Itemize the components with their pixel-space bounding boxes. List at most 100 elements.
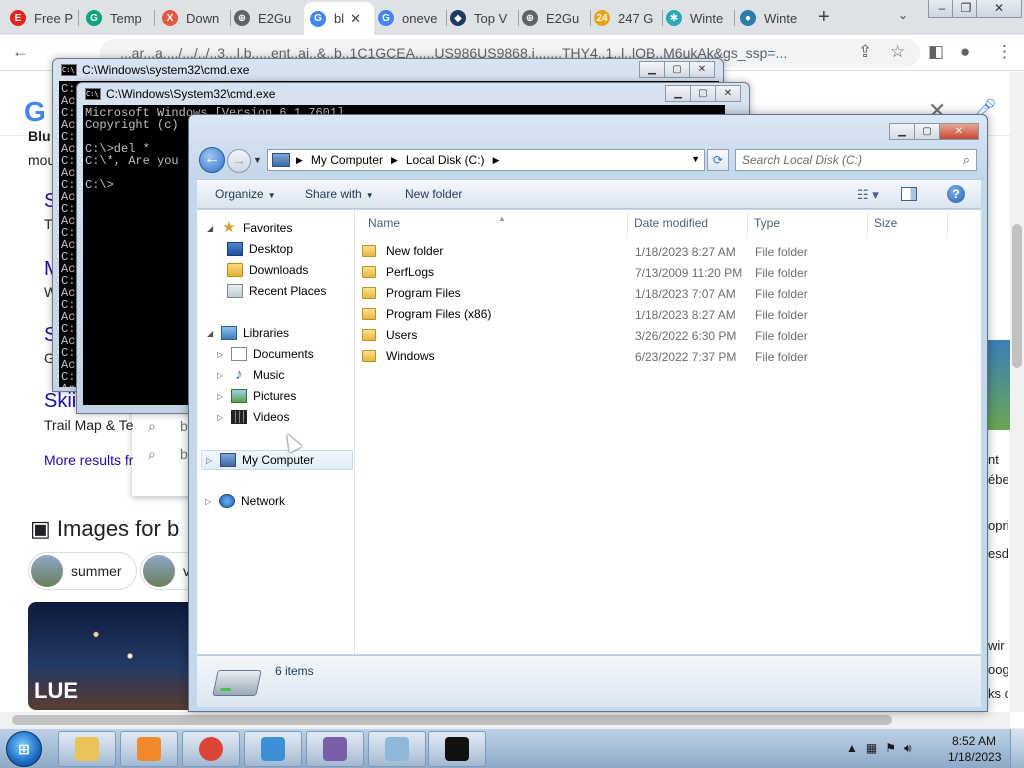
preview-pane-icon[interactable] <box>901 187 917 201</box>
close-button[interactable]: ✕ <box>689 61 715 78</box>
taskbar-paint-button[interactable] <box>244 731 302 767</box>
breadcrumb-local-disk[interactable]: Local Disk (C:) <box>406 153 485 167</box>
forward-button[interactable]: → <box>227 149 251 173</box>
chrome-close-button[interactable]: ✕ <box>976 0 1022 18</box>
column-header-type[interactable]: Type <box>748 210 868 236</box>
taskbar-spider-button[interactable] <box>306 731 364 767</box>
nav-pictures[interactable]: ▷ Pictures <box>217 389 296 403</box>
google-logo[interactable]: G <box>24 96 46 128</box>
side-image[interactable] <box>988 340 1010 430</box>
nav-downloads[interactable]: Downloads <box>227 263 308 277</box>
nav-recent-places[interactable]: Recent Places <box>227 284 326 298</box>
nav-favorites[interactable]: ◢ ★ Favorites <box>207 220 292 235</box>
nav-music[interactable]: ▷ ♪ Music <box>217 367 284 382</box>
refresh-button[interactable]: ⟳ <box>707 149 729 171</box>
back-arrow-icon[interactable]: ← <box>12 42 29 62</box>
image-chip[interactable]: summer <box>28 552 137 590</box>
media-player-icon <box>137 737 161 761</box>
address-bar[interactable]: ▶ My Computer ▶ Local Disk (C:) ▶ ▼ <box>267 149 705 171</box>
new-folder-button[interactable]: New folder <box>405 187 462 201</box>
browser-tab[interactable]: Gbl ✕ <box>304 2 374 35</box>
browser-tab[interactable]: E Free P <box>4 4 76 32</box>
browser-tab[interactable]: ◆ Top V <box>444 4 516 32</box>
show-hidden-icons-icon[interactable]: ▲ <box>846 741 858 756</box>
close-button[interactable]: ✕ <box>939 123 979 140</box>
vertical-scroll-thumb[interactable] <box>1012 224 1022 368</box>
breadcrumb-arrow-icon[interactable]: ▶ <box>296 155 303 166</box>
browser-tab[interactable]: ⊕ E2Gu <box>228 4 300 32</box>
maximize-button[interactable]: ▢ <box>664 61 690 78</box>
search-input[interactable] <box>742 151 952 169</box>
horizontal-scroll-thumb[interactable] <box>12 715 892 725</box>
taskbar-explorer-button[interactable] <box>58 731 116 767</box>
minimize-button[interactable]: ▁ <box>889 123 915 140</box>
explorer-window[interactable]: ▁ ▢ ✕ ← → ▼ ▶ My Computer ▶ Local Disk (… <box>188 114 988 712</box>
file-row[interactable]: PerfLogs 7/13/2009 11:20 PM File folder <box>356 262 981 283</box>
clock[interactable]: 8:52 AM 1/18/2023 <box>948 733 1001 765</box>
more-results-link[interactable]: More results fr <box>44 452 133 468</box>
nav-network[interactable]: ▷ Network <box>205 494 285 508</box>
browser-tab[interactable]: ● Winte <box>734 4 806 32</box>
show-desktop-button[interactable] <box>1010 729 1024 768</box>
nav-desktop[interactable]: Desktop <box>227 242 293 256</box>
nav-documents[interactable]: ▷ Documents <box>217 347 314 361</box>
maximize-button[interactable]: ▢ <box>914 123 940 140</box>
action-center-icon[interactable]: ⚑ <box>885 741 896 756</box>
search-icon[interactable]: ⌕ <box>963 152 970 168</box>
file-row[interactable]: Program Files (x86) 1/18/2023 8:27 AM File… <box>356 304 981 325</box>
minimize-button[interactable]: ▁ <box>665 85 691 102</box>
maximize-button[interactable]: ▢ <box>690 85 716 102</box>
address-dropdown-icon[interactable]: ▼ <box>691 154 700 164</box>
organize-button[interactable]: Organize ▼ <box>215 187 276 201</box>
nav-libraries[interactable]: ◢ Libraries <box>207 326 289 340</box>
browser-tab[interactable]: ⊕ E2Gu <box>516 4 588 32</box>
resort-photo[interactable]: LUE <box>28 602 198 710</box>
network-tray-icon[interactable]: ▦ <box>866 741 877 756</box>
breadcrumb-arrow-icon[interactable]: ▶ <box>391 155 398 166</box>
taskbar-notepad-button[interactable] <box>368 731 426 767</box>
tab-search-icon[interactable]: ⌄ <box>898 8 908 22</box>
start-button[interactable]: ⊞ <box>6 731 42 767</box>
column-header-date[interactable]: Date modified <box>628 210 748 236</box>
taskbar-media-player-button[interactable] <box>120 731 178 767</box>
nav-videos[interactable]: ▷ Videos <box>217 410 289 424</box>
file-name-cell: Windows <box>362 349 435 363</box>
taskbar-chrome-button[interactable] <box>182 731 240 767</box>
file-row[interactable]: Windows 6/23/2022 7:37 PM File folder <box>356 346 981 367</box>
result-link[interactable]: Skii <box>44 390 76 413</box>
back-button[interactable]: ← <box>199 147 225 173</box>
chrome-menu-icon[interactable]: ⋮ <box>996 42 1013 62</box>
side-panel-icon[interactable]: ◧ <box>928 42 944 62</box>
recent-pages-dropdown-icon[interactable]: ▼ <box>253 155 262 165</box>
taskbar-cmd-button[interactable] <box>428 731 486 767</box>
browser-tab[interactable]: ✱ Winte <box>660 4 732 32</box>
volume-icon[interactable]: 🔊︎ <box>904 741 912 756</box>
vertical-scrollbar[interactable] <box>1010 72 1024 712</box>
minimize-button[interactable]: ▁ <box>639 61 665 78</box>
browser-tab[interactable]: Goneve <box>372 4 444 32</box>
bookmark-star-icon[interactable]: ☆ <box>890 42 905 62</box>
file-row[interactable]: Users 3/26/2022 6:30 PM File folder <box>356 325 981 346</box>
suggestion-item[interactable]: b <box>180 446 188 462</box>
tab-label: bl <box>334 11 345 26</box>
nav-my-computer[interactable]: ▷ My Computer <box>201 450 353 470</box>
browser-tab[interactable]: 24 247 G <box>588 4 660 32</box>
profile-avatar-icon[interactable]: ● <box>960 42 970 62</box>
help-icon[interactable]: ? <box>947 185 965 203</box>
file-row[interactable]: New folder 1/18/2023 8:27 AM File folder <box>356 241 981 262</box>
share-with-button[interactable]: Share with ▼ <box>305 187 374 201</box>
breadcrumb-arrow-icon[interactable]: ▶ <box>493 155 500 166</box>
suggestion-item[interactable]: b <box>180 418 188 434</box>
file-row[interactable]: Program Files 1/18/2023 7:07 AM File folde… <box>356 283 981 304</box>
tab-close-icon[interactable]: ✕ <box>350 11 361 27</box>
breadcrumb-my-computer[interactable]: My Computer <box>311 153 383 167</box>
close-button[interactable]: ✕ <box>715 85 741 102</box>
share-icon[interactable]: ⇪ <box>858 42 872 62</box>
column-header-size[interactable]: Size <box>868 210 948 236</box>
view-options-icon[interactable]: ☷ ▾ <box>857 187 879 203</box>
search-box[interactable]: ⌕ <box>735 149 977 171</box>
browser-tab[interactable]: X Down <box>156 4 228 32</box>
column-header-name[interactable]: Name ▲ <box>362 210 628 236</box>
browser-tab[interactable]: G Temp <box>80 4 152 32</box>
new-tab-button[interactable]: + <box>818 6 830 29</box>
